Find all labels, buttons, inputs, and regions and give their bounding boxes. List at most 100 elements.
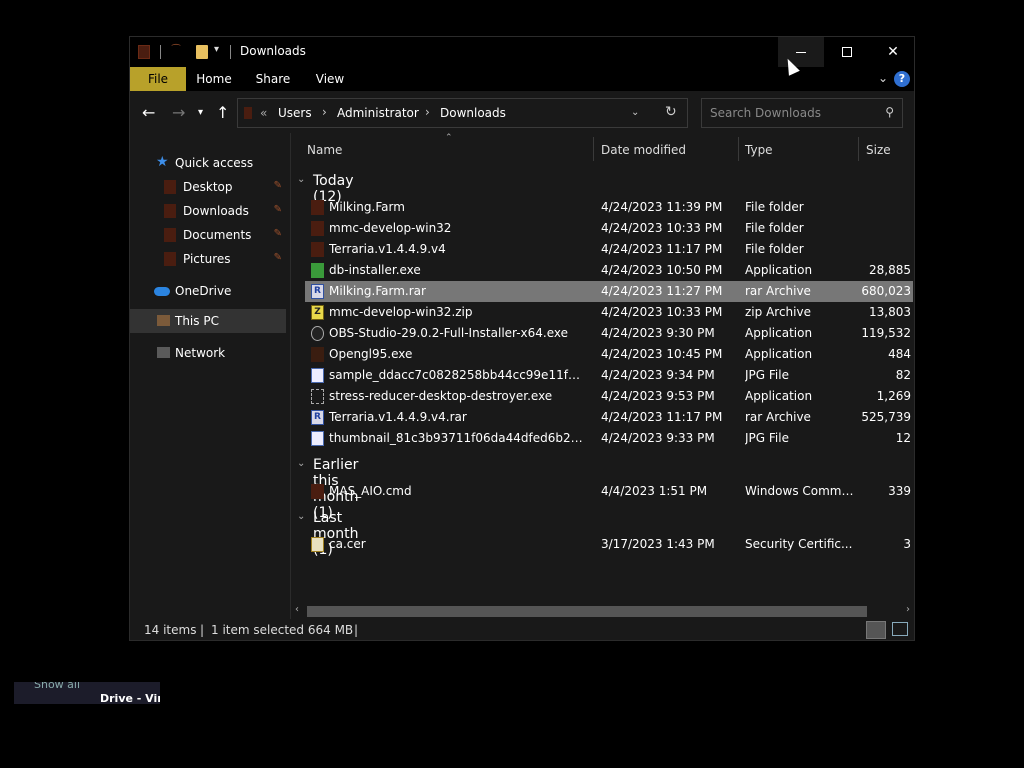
column-resize-handle[interactable]: [858, 137, 859, 161]
window-title: Downloads: [240, 44, 306, 58]
table-row[interactable]: OBS-Studio-29.0.2-Full-Installer-x64.exe…: [305, 323, 913, 344]
new-folder-icon[interactable]: [196, 45, 208, 59]
sidebar-item-downloads[interactable]: Downloads ✎: [130, 199, 286, 223]
sidebar-item-label: Pictures: [183, 252, 231, 266]
sidebar-item-desktop[interactable]: Desktop ✎: [130, 175, 286, 199]
file-size: 13,803: [869, 305, 911, 319]
table-row[interactable]: db-installer.exe 4/24/2023 10:50 PM Appl…: [305, 260, 913, 281]
sidebar-item-pictures[interactable]: Pictures ✎: [130, 247, 286, 271]
file-list: ⌃ Name Date modified Type Size ⌄ Today (…: [290, 133, 914, 619]
properties-icon[interactable]: ⁀: [172, 45, 186, 59]
horizontal-scrollbar[interactable]: ‹ ›: [291, 603, 914, 619]
navigation-pane: ★ Quick access Desktop ✎ Downloads ✎ Doc…: [130, 133, 288, 619]
tab-home[interactable]: Home: [188, 67, 240, 91]
chevron-down-icon[interactable]: ⌄: [631, 107, 639, 118]
chevron-down-icon[interactable]: ⌄: [297, 458, 305, 469]
selection-info: 1 item selected 664 MB: [211, 623, 354, 637]
table-row[interactable]: ca.cer 3/17/2023 1:43 PM Security Certif…: [305, 534, 913, 555]
show-all-link[interactable]: Show all: [34, 682, 80, 691]
folder-icon: [244, 107, 252, 119]
details-view-icon[interactable]: [866, 621, 886, 639]
table-row[interactable]: stress-reducer-desktop-destroyer.exe 4/2…: [305, 386, 913, 407]
table-row[interactable]: thumbnail_81c3b93711f06da44dfed6b26737d.…: [305, 428, 913, 449]
sidebar-item-documents[interactable]: Documents ✎: [130, 223, 286, 247]
search-box[interactable]: ⚲: [701, 98, 903, 128]
refresh-icon[interactable]: ↻: [665, 104, 677, 120]
sidebar-item-label: OneDrive: [175, 284, 232, 298]
large-icons-view-icon[interactable]: [892, 622, 908, 636]
file-explorer-window: ⁀ ▾ Downloads ✕ File Home Share View ⌄ ?…: [129, 36, 915, 641]
file-type: rar Archive: [745, 284, 811, 298]
column-header-size[interactable]: Size: [866, 143, 891, 157]
column-resize-handle[interactable]: [738, 137, 739, 161]
sidebar-item-quick-access[interactable]: ★ Quick access: [130, 151, 286, 175]
table-row[interactable]: Terraria.v1.4.4.9.v4 4/24/2023 11:17 PM …: [305, 239, 913, 260]
table-row[interactable]: Z mmc-develop-win32.zip 4/24/2023 10:33 …: [305, 302, 913, 323]
app-icon: [311, 347, 324, 362]
file-type: Security Certific...: [745, 537, 853, 551]
breadcrumb-administrator[interactable]: Administrator: [337, 106, 419, 120]
sidebar-item-this-pc[interactable]: This PC: [130, 309, 286, 333]
table-row-selected[interactable]: R Milking.Farm.rar 4/24/2023 11:27 PM ra…: [305, 281, 913, 302]
sidebar-item-label: Desktop: [183, 180, 233, 194]
cloud-icon: [154, 287, 170, 296]
file-name: db-installer.exe: [329, 263, 421, 277]
file-date: 4/24/2023 11:27 PM: [601, 284, 723, 298]
breadcrumb-separator[interactable]: ›: [425, 105, 430, 119]
expand-ribbon-icon[interactable]: ⌄: [878, 71, 888, 85]
file-type: Application: [745, 389, 813, 403]
scroll-right-icon[interactable]: ›: [906, 604, 910, 615]
sidebar-item-onedrive[interactable]: OneDrive: [130, 279, 286, 303]
cmd-file-icon: [311, 484, 324, 499]
recent-locations-button[interactable]: ▾: [198, 107, 203, 118]
chevron-down-icon[interactable]: ⌄: [297, 174, 305, 185]
breadcrumb-users[interactable]: Users: [278, 106, 312, 120]
scrollbar-thumb[interactable]: [307, 606, 867, 617]
file-size: 525,739: [861, 410, 911, 424]
file-size: 484: [888, 347, 911, 361]
file-name: mmc-develop-win32: [329, 221, 452, 235]
table-row[interactable]: R Terraria.v1.4.4.9.v4.rar 4/24/2023 11:…: [305, 407, 913, 428]
column-header-row: ⌃ Name Date modified Type Size: [291, 133, 914, 165]
up-button[interactable]: ↑: [216, 103, 229, 122]
column-resize-handle[interactable]: [593, 137, 594, 161]
folder-icon: [164, 180, 176, 194]
table-row[interactable]: Opengl95.exe 4/24/2023 10:45 PM Applicat…: [305, 344, 913, 365]
file-size: 1,269: [876, 389, 911, 403]
divider: |: [200, 623, 205, 637]
breadcrumb-downloads[interactable]: Downloads: [440, 106, 506, 120]
tab-share[interactable]: Share: [248, 67, 298, 91]
help-icon[interactable]: ?: [894, 71, 910, 87]
sidebar-item-label: Downloads: [183, 204, 249, 218]
folder-icon: [164, 228, 176, 242]
table-row[interactable]: mmc-develop-win32 4/24/2023 10:33 PM Fil…: [305, 218, 913, 239]
file-size: 3: [903, 537, 911, 551]
file-name: mmc-develop-win32.zip: [329, 305, 473, 319]
breadcrumb-overflow[interactable]: «: [260, 106, 267, 120]
table-row[interactable]: Milking.Farm 4/24/2023 11:39 PM File fol…: [305, 197, 913, 218]
search-icon[interactable]: ⚲: [885, 105, 894, 119]
divider: [160, 45, 161, 59]
customize-quick-access-icon[interactable]: ▾: [214, 44, 224, 58]
sidebar-item-label: Network: [175, 346, 226, 360]
forward-button[interactable]: →: [172, 103, 185, 122]
column-header-type[interactable]: Type: [745, 143, 773, 157]
maximize-icon: [842, 47, 852, 57]
chevron-down-icon[interactable]: ⌄: [297, 511, 305, 522]
table-row[interactable]: MAS_AIO.cmd 4/4/2023 1:51 PM Windows Com…: [305, 481, 913, 502]
column-header-date-modified[interactable]: Date modified: [601, 143, 686, 157]
scroll-left-icon[interactable]: ‹: [295, 604, 299, 615]
column-header-name[interactable]: Name: [307, 143, 342, 157]
maximize-button[interactable]: [824, 37, 870, 67]
close-button[interactable]: ✕: [870, 37, 914, 67]
breadcrumb-separator[interactable]: ›: [322, 105, 327, 119]
back-button[interactable]: ←: [142, 103, 155, 122]
tab-view[interactable]: View: [306, 67, 354, 91]
network-icon: [157, 347, 170, 358]
tab-file[interactable]: File: [130, 67, 186, 91]
search-input[interactable]: [710, 106, 870, 120]
address-bar[interactable]: « Users › Administrator › Downloads ⌄ ↻: [237, 98, 688, 128]
sidebar-item-network[interactable]: Network: [130, 341, 286, 365]
table-row[interactable]: sample_ddacc7c0828258bb44cc99e11fe37a0..…: [305, 365, 913, 386]
divider: [230, 45, 231, 59]
